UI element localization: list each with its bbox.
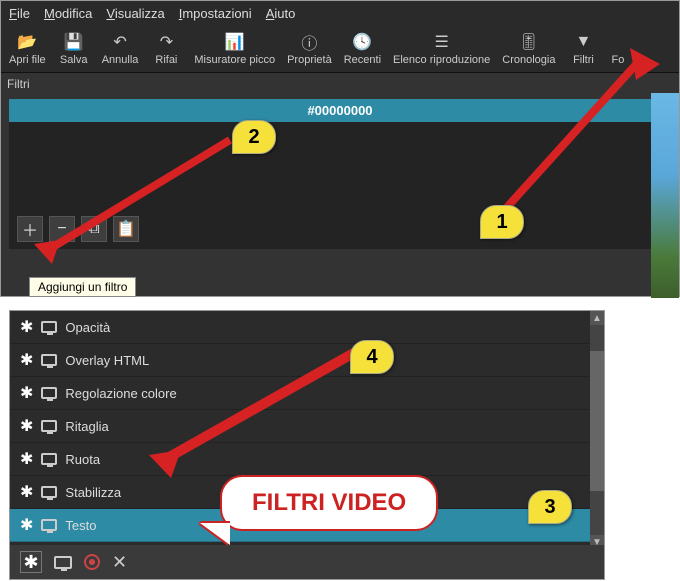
plus-icon: ＋ [22,217,38,241]
monitor-icon [41,420,57,432]
menu-edit[interactable]: Modifica [40,4,96,23]
redo-icon: ↷ [160,32,173,52]
callout-2: 2 [232,120,276,154]
filters-button[interactable]: ▼ Filtri [561,30,605,68]
copy-filter-button[interactable]: ⧉ [81,216,107,242]
filter-label: Regolazione colore [65,386,176,401]
monitor-icon [41,453,57,465]
filter-item[interactable]: ✱ Opacità [10,311,604,344]
filter-label: Opacità [65,320,110,335]
undo-button[interactable]: ↶ Annulla [96,30,145,68]
filter-label: Stabilizza [65,485,121,500]
filter-item[interactable]: ✱ Ritaglia [10,410,604,443]
folder-open-icon: 📂 [17,32,37,52]
monitor-icon [41,321,57,333]
video-filter-toggle[interactable] [54,556,72,569]
filters-panel-title: Filtri [1,73,679,95]
scroll-up-button[interactable]: ▲ [590,311,604,325]
menu-help[interactable]: Aiuto [262,4,300,23]
monitor-icon [41,387,57,399]
asterisk-icon: ✱ [20,482,33,502]
filter-item[interactable]: ✱ Ruota [10,443,604,476]
menu-settings[interactable]: Impostazioni [175,4,256,23]
filter-label: Testo [65,518,96,533]
asterisk-icon: ✱ [20,350,33,370]
monitor-icon [41,519,57,531]
recent-button[interactable]: 🕓 Recenti [338,30,387,68]
playlist-button[interactable]: ☰ Elenco riproduzione [387,30,496,68]
menu-view[interactable]: Visualizza [102,4,168,23]
audio-filter-toggle[interactable] [84,554,100,570]
info-icon: ⓘ [301,32,317,52]
add-filter-button[interactable]: ＋ [17,216,43,242]
favorite-toggle[interactable]: ✱ [20,551,42,573]
filters-panel-header[interactable]: #00000000 [9,99,671,122]
save-icon: 💾 [64,32,84,52]
redo-button[interactable]: ↷ Rifai [144,30,188,68]
remove-filter-button[interactable]: − [49,216,75,242]
asterisk-icon: ✱ [20,416,33,436]
preview-edge [651,93,679,298]
filter-label: Overlay HTML [65,353,149,368]
open-file-button[interactable]: 📂 Apri file [3,30,52,68]
filter-label: Ritaglia [65,419,108,434]
properties-button[interactable]: ⓘ Proprietà [281,30,338,68]
asterisk-icon: ✱ [20,317,33,337]
filter-label: Ruota [65,452,100,467]
minus-icon: − [57,220,66,238]
asterisk-icon: ✱ [20,383,33,403]
monitor-icon [41,354,57,366]
close-button[interactable]: ✕ [112,552,127,573]
add-filter-tooltip: Aggiungi un filtro [29,277,136,297]
callout-4: 4 [350,340,394,374]
filter-item[interactable]: ✱ Overlay HTML [10,344,604,377]
sliders-icon: 🎚 [519,32,539,52]
peak-meter-button[interactable]: 📊 Misuratore picco [188,30,281,68]
bubble-label: FILTRI VIDEO [220,475,438,531]
monitor-icon [41,486,57,498]
filter-item[interactable]: ✱ Regolazione colore [10,377,604,410]
asterisk-icon: ✱ [20,515,33,535]
undo-icon: ↶ [113,32,126,52]
scrollbar[interactable]: ▲ ▼ [590,311,604,549]
callout-3: 3 [528,490,572,524]
clock-icon: 🕓 [352,32,372,52]
truncated-button[interactable]: Fo [605,30,630,68]
list-icon: ☰ [434,32,448,52]
meter-icon: 📊 [225,32,245,52]
asterisk-icon: ✱ [20,449,33,469]
scroll-thumb[interactable] [590,351,604,491]
paste-filter-button[interactable]: 📋 [113,216,139,242]
funnel-icon: ▼ [576,32,592,52]
save-button[interactable]: 💾 Salva [52,30,96,68]
copy-icon: ⧉ [88,220,99,238]
menu-file[interactable]: File [5,4,34,23]
callout-1: 1 [480,205,524,239]
history-button[interactable]: 🎚 Cronologia [496,30,561,68]
clipboard-icon: 📋 [116,219,136,239]
